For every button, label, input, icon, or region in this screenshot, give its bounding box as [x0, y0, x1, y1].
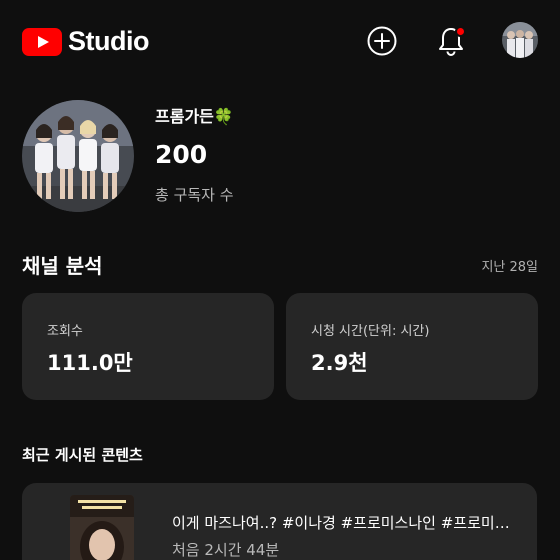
channel-name: 프롬가든🍀 [155, 107, 234, 126]
watch-time-label: 시청 시간(단위: 시간) [311, 324, 430, 339]
views-value: 111.0만 [47, 351, 133, 375]
watch-time-card[interactable]: 시청 시간(단위: 시간) 2.9천 [286, 293, 538, 400]
video-title: 이게 마즈나여..? #이나경 #프로미스나인 #프로미스나인 [172, 514, 517, 532]
views-label: 조회수 [47, 324, 83, 339]
analytics-period: 지난 28일 [481, 260, 538, 275]
create-icon [367, 26, 397, 56]
account-avatar [502, 22, 538, 58]
video-thumbnail-image [70, 495, 134, 560]
video-meta: 처음 2시간 44분 [172, 541, 280, 559]
account-avatar-button[interactable] [502, 22, 538, 58]
top-app-bar: Studio [0, 0, 560, 84]
recent-content-title: 최근 게시된 콘텐츠 [22, 446, 143, 464]
notifications-button[interactable] [434, 24, 468, 58]
notification-badge [455, 26, 466, 37]
channel-avatar[interactable] [22, 100, 134, 212]
logo-text: Studio [68, 26, 149, 56]
studio-logo[interactable]: Studio [22, 26, 149, 57]
channel-avatar-image [22, 100, 134, 212]
views-card[interactable]: 조회수 111.0만 [22, 293, 274, 400]
video-thumbnail [70, 495, 134, 560]
channel-summary: 프롬가든🍀 200 총 구독자 수 [22, 100, 234, 212]
watch-time-value: 2.9천 [311, 351, 368, 375]
create-button[interactable] [365, 24, 399, 58]
subscriber-count: 200 [155, 140, 208, 169]
analytics-title: 채널 분석 [22, 254, 103, 278]
youtube-logo-icon [22, 27, 62, 56]
subscriber-label: 총 구독자 수 [155, 186, 234, 204]
recent-video-card[interactable]: 이게 마즈나여..? #이나경 #프로미스나인 #프로미스나인 처음 2시간 4… [22, 483, 537, 560]
